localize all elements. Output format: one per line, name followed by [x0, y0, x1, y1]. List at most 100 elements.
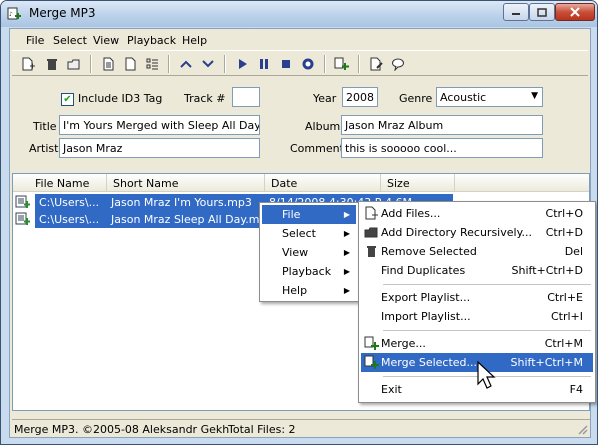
resize-grip-icon[interactable] [576, 423, 588, 435]
menu-item-shortcut: Ctrl+D [545, 226, 583, 239]
include-id3-label: Include ID3 Tag [78, 92, 163, 105]
edit-document-icon [370, 57, 383, 71]
open-folder-tool[interactable] [64, 54, 84, 74]
play-button[interactable] [232, 54, 252, 74]
column-date[interactable]: Date [265, 174, 381, 192]
year-field[interactable]: 2008 [342, 87, 378, 107]
record-button[interactable] [298, 54, 318, 74]
row-file-name: C:\Users\... [35, 194, 107, 211]
maximize-button[interactable] [529, 3, 555, 21]
menu-item-merge[interactable]: Merge... Ctrl+M [361, 334, 593, 353]
menu-item-add-directory[interactable]: Add Directory Recursively... Ctrl+D [361, 223, 593, 242]
close-icon [570, 7, 580, 17]
trash-icon [47, 59, 57, 70]
track-label: Track # [184, 92, 226, 105]
maximize-icon [537, 7, 547, 17]
column-file-name[interactable]: File Name [13, 174, 107, 192]
merge-tool[interactable] [332, 54, 352, 74]
add-files-icon [365, 206, 378, 220]
document-icon [103, 57, 114, 71]
chevron-up-icon [180, 60, 192, 68]
submenu-arrow-icon: ▶ [343, 267, 350, 276]
menu-playback[interactable]: Playback [127, 34, 176, 47]
context-menu-playback-label: Playback [282, 265, 332, 278]
folder-icon [364, 227, 378, 238]
menu-bar: File Select View Playback Help [10, 31, 590, 51]
menu-item-remove-selected[interactable]: Remove Selected Del [361, 242, 593, 261]
artist-field[interactable]: Jason Mraz [59, 138, 260, 158]
context-menu-view[interactable]: View ▶ [262, 243, 356, 262]
track-field[interactable] [232, 87, 260, 107]
list-tool[interactable] [142, 54, 162, 74]
menu-item-shortcut: Ctrl+I [550, 310, 583, 323]
status-bar: Merge MP3. ©2005-08 Aleksandr Gekh Total… [12, 419, 590, 437]
comment-tool[interactable] [388, 54, 408, 74]
move-up-tool[interactable] [176, 54, 196, 74]
album-field[interactable]: Jason Mraz Album [341, 115, 543, 135]
folder-icon [67, 59, 80, 70]
include-id3-checkbox[interactable]: ✔ [61, 93, 74, 106]
doc-tool-2[interactable] [120, 54, 140, 74]
menu-separator [383, 330, 591, 331]
menu-item-shortcut: Del [564, 245, 583, 258]
menu-help[interactable]: Help [182, 34, 207, 47]
artist-label: Artist [29, 142, 59, 155]
dropdown-arrow-icon: ▼ [531, 91, 538, 101]
menu-view[interactable]: View [93, 34, 119, 47]
genre-value: Acoustic [440, 91, 487, 104]
record-icon [302, 58, 314, 70]
speech-bubble-icon [392, 58, 404, 71]
add-file-icon [22, 57, 35, 71]
remove-tool[interactable] [42, 54, 62, 74]
title-bar[interactable]: ♪ Merge MP3 [1, 1, 597, 27]
chevron-down-icon [202, 60, 214, 68]
edit-tool[interactable] [366, 54, 386, 74]
context-menu-file[interactable]: File ▶ [262, 205, 356, 224]
row-file-name: C:\Users\... [35, 211, 107, 228]
mp3-file-icon [15, 195, 30, 208]
mouse-cursor-icon [477, 361, 496, 389]
genre-label: Genre [399, 92, 433, 105]
column-short-name[interactable]: Short Name [107, 174, 265, 192]
row-short-name: Jason Mraz I'm Yours.mp3 [107, 194, 265, 211]
context-menu-help[interactable]: Help ▶ [262, 281, 356, 300]
menu-item-add-files[interactable]: Add Files... Ctrl+O [361, 204, 593, 223]
svg-text:♪: ♪ [9, 11, 13, 18]
menu-item-shortcut: F4 [569, 383, 583, 396]
toolbar [12, 50, 588, 76]
stop-button[interactable] [276, 54, 296, 74]
pause-icon [260, 59, 268, 69]
menu-item-shortcut: Shift+Ctrl+M [510, 356, 584, 369]
genre-select[interactable]: Acoustic ▼ [436, 87, 543, 107]
close-button[interactable] [555, 3, 595, 21]
album-label: Album [305, 120, 341, 133]
menu-item-export-playlist[interactable]: Export Playlist... Ctrl+E [361, 288, 593, 307]
menu-item-shortcut: Ctrl+O [545, 207, 583, 220]
context-menu-select-label: Select [282, 227, 316, 240]
merge-icon [334, 57, 349, 70]
column-size[interactable]: Size [381, 174, 455, 192]
status-copyright: Merge MP3. ©2005-08 Aleksandr Gekh [14, 423, 230, 436]
menu-select[interactable]: Select [53, 34, 87, 47]
menu-file[interactable]: File [26, 34, 44, 47]
move-down-tool[interactable] [198, 54, 218, 74]
pause-button[interactable] [254, 54, 274, 74]
menu-item-label: Find Duplicates [381, 264, 466, 277]
comment-label: Comment [290, 142, 344, 155]
context-menu-playback[interactable]: Playback ▶ [262, 262, 356, 281]
menu-item-find-duplicates[interactable]: Find Duplicates Shift+Ctrl+D [361, 261, 593, 280]
title-label: Title [33, 120, 57, 133]
comment-field[interactable]: this is sooooo cool... [341, 138, 543, 158]
context-menu: File ▶ Select ▶ View ▶ Playback ▶ Help ▶ [259, 202, 359, 302]
play-icon [239, 59, 247, 69]
context-menu-select[interactable]: Select ▶ [262, 224, 356, 243]
list-header: File Name Short Name Date Size [13, 174, 589, 192]
add-files-tool[interactable] [18, 54, 38, 74]
menu-item-label: Remove Selected [381, 245, 477, 258]
minimize-button[interactable] [503, 3, 529, 21]
app-window: ♪ Merge MP3 File Select View Playback He… [0, 0, 598, 445]
context-menu-help-label: Help [282, 284, 308, 297]
title-field[interactable]: I'm Yours Merged with Sleep All Day [59, 115, 260, 135]
doc-tool-1[interactable] [98, 54, 118, 74]
menu-item-import-playlist[interactable]: Import Playlist... Ctrl+I [361, 307, 593, 326]
